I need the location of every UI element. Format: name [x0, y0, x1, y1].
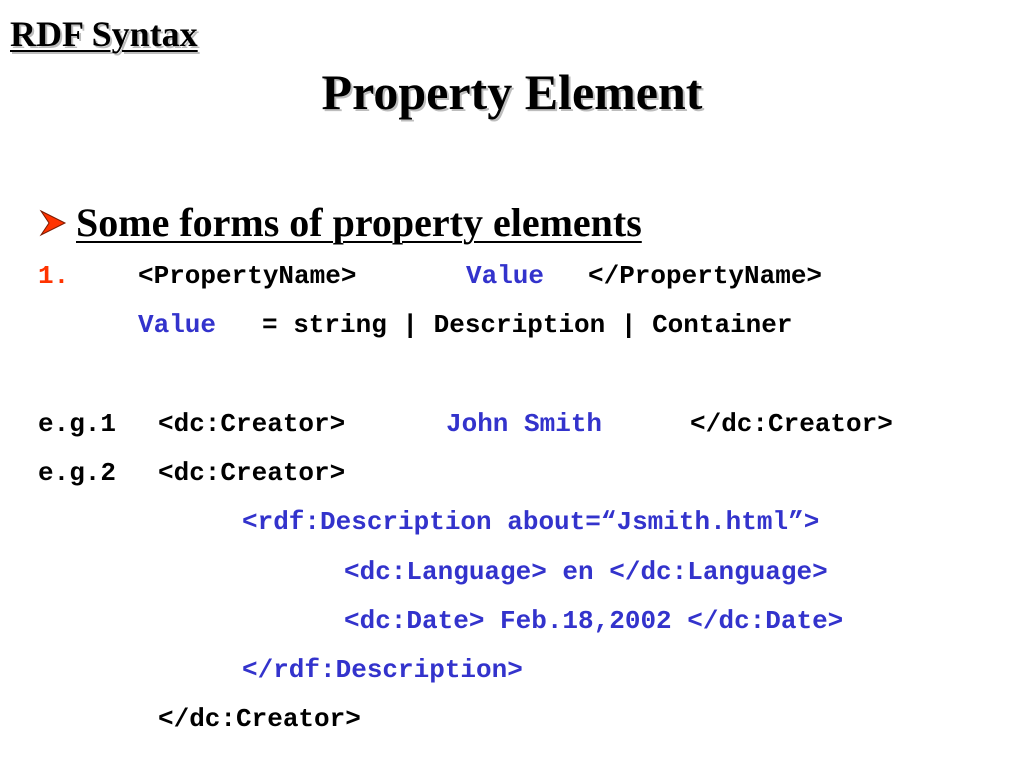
example2-close-tag: </dc:Creator> [158, 704, 361, 734]
example1-open-tag: <dc:Creator> [158, 409, 346, 439]
value-word: Value [466, 261, 545, 291]
property-close-tag: </PropertyName> [588, 261, 823, 291]
property-open-tag: <PropertyName> [138, 261, 357, 291]
example2-language-line: <dc:Language> en </dc:Language> [344, 557, 828, 587]
example2-date-line: <dc:Date> Feb.18,2002 </dc:Date> [344, 606, 844, 636]
example1-value: John Smith [446, 409, 603, 439]
arrow-bullet-icon [39, 209, 67, 237]
example1-close-tag: </dc:Creator> [690, 409, 893, 439]
bullet-item: Some forms of property elements [38, 198, 642, 248]
bullet-text: Some forms of property elements [76, 200, 642, 245]
value-def-text: = string | Description | Container [262, 310, 793, 340]
example1-label: e.g.1 [38, 409, 117, 439]
example2-description-open: <rdf:Description about=“Jsmith.html”> [242, 507, 820, 537]
section-title: RDF Syntax [10, 14, 198, 54]
item-number: 1. [38, 261, 70, 291]
value-def-label: Value [138, 310, 217, 340]
example2-label: e.g.2 [38, 458, 117, 488]
slide-title: Property Element [321, 64, 703, 120]
example2-description-close: </rdf:Description> [242, 655, 523, 685]
example2-open-tag: <dc:Creator> [158, 458, 346, 488]
